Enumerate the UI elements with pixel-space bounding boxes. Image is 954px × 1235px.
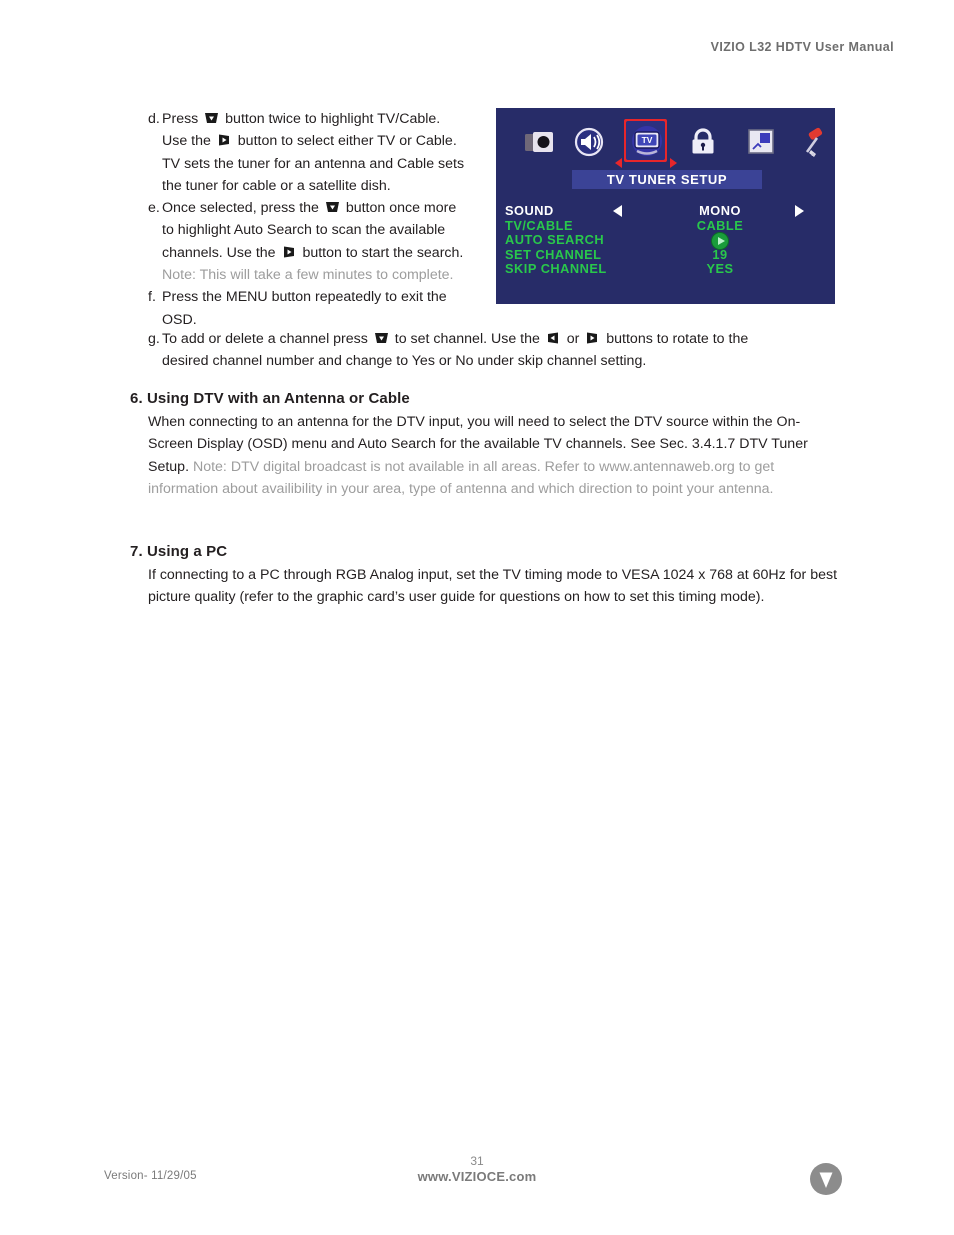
text-run: channels. Use the [162, 244, 280, 261]
osd-row-value: 19 [712, 246, 728, 262]
tools-hammer-icon[interactable] [793, 122, 833, 162]
text-run: to set channel. Use the [390, 331, 544, 347]
step-label: g. [148, 331, 160, 347]
step-line: e. Once selected, press the button once m… [148, 197, 498, 219]
step-line: to highlight Auto Search to scan the ava… [148, 219, 498, 241]
text-run: the tuner for cable or a satellite dish. [162, 177, 391, 194]
osd-menu-row[interactable]: SOUND MONO [496, 203, 835, 219]
page-title: VIZIO L32 HDTV User Manual [710, 40, 894, 54]
step-label: f. [148, 289, 156, 306]
osd-menu-rows: SOUND MONO TV/CABLE CABLE AUTO SEARCH SET CHA… [496, 203, 835, 277]
osd-menu-row[interactable]: SET CHANNEL 19 [496, 246, 835, 263]
steps-list-left: d. Press button twice to highlight TV/Cab… [148, 108, 498, 331]
audio-speaker-icon[interactable] [569, 122, 609, 162]
step-line: Note: This will take a few minutes to co… [148, 264, 498, 286]
section-using-dtv: 6. Using DTV with an Antenna or Cable Wh… [130, 390, 840, 500]
osd-selection-right-arrow-icon [670, 158, 677, 168]
step-line: channels. Use the button to start the se… [148, 242, 498, 264]
text-run: button twice to highlight TV/Cable. [221, 111, 441, 127]
step-line: desired channel number and change to Yes… [148, 350, 828, 372]
step-line: f. Press the MENU button repeatedly to ex… [148, 286, 498, 308]
paragraph-run: When connecting to an antenna for the DT… [148, 414, 753, 430]
text-run: TV sets the tuner for an antenna and Cab… [162, 155, 465, 172]
right-arrow-button-icon [217, 134, 232, 146]
osd-title-bar: TV TUNER SETUP [572, 170, 762, 189]
step-line: the tuner for cable or a satellite dish. [148, 175, 498, 197]
down-arrow-button-icon [325, 201, 340, 213]
step-line: TV sets the tuner for an antenna and Cab… [148, 153, 498, 175]
osd-right-triangle-icon[interactable] [795, 205, 804, 217]
vizio-v-logo-icon [810, 1163, 842, 1195]
paragraph-run: If connecting to a PC through RGB Analog… [148, 567, 838, 606]
osd-icon-bar: TV [496, 119, 835, 168]
section-using-a-pc: 7. Using a PC If connecting to a PC thro… [130, 543, 840, 609]
osd-row-label: SET CHANNEL [505, 246, 602, 262]
step-label: e. [148, 200, 160, 217]
text-run: buttons to rotate to the [602, 331, 749, 347]
osd-menu-row[interactable]: AUTO SEARCH [496, 232, 835, 250]
text-run: Press [162, 111, 203, 127]
osd-screenshot: TV TV TUNER SETUP SOUND MONO TV/CABLE CA… [496, 108, 835, 304]
osd-menu-row[interactable]: SKIP CHANNEL YES [496, 261, 835, 277]
step-line: g. To add or delete a channel press to se… [148, 328, 828, 350]
section-7-body: If connecting to a PC through RGB Analog… [130, 564, 840, 609]
text-run: OSD. [162, 311, 197, 328]
osd-row-label: SKIP CHANNEL [505, 261, 607, 276]
pip-setup-icon[interactable] [741, 122, 781, 162]
text-run: Once selected, press the [162, 200, 323, 217]
text-run: to highlight Auto Search to scan the ava… [162, 222, 446, 239]
osd-row-value: MONO [699, 203, 741, 218]
paragraph-run: Note: DTV digital broadcast is not avail… [148, 458, 775, 497]
text-run: button to start the search. [298, 244, 464, 261]
osd-row-value: YES [706, 261, 734, 276]
step-line: Use the button to select either TV or Ca… [148, 130, 498, 152]
picture-icon[interactable] [520, 122, 560, 162]
osd-selection-left-arrow-icon [615, 158, 622, 168]
text-run: button to select either TV or Cable. [233, 133, 457, 150]
right-arrow-button-icon [282, 246, 297, 258]
tv-tuner-icon[interactable]: TV [627, 122, 667, 162]
osd-menu-row[interactable]: TV/CABLE CABLE [496, 217, 835, 234]
left-arrow-button-icon [546, 332, 561, 344]
section-6-body: When connecting to an antenna for the DT… [130, 411, 840, 500]
step-label: d. [148, 111, 160, 127]
text-run: Use the [162, 133, 215, 150]
osd-left-triangle-icon[interactable] [613, 205, 622, 217]
osd-row-label: SOUND [505, 203, 554, 218]
osd-row-value: CABLE [696, 217, 744, 233]
section-7-title: 7. Using a PC [130, 543, 228, 560]
text-run: To add or delete a channel press [162, 331, 372, 347]
osd-row-label: TV/CABLE [505, 217, 573, 233]
section-6-title: 6. Using DTV with an Antenna or Cable [130, 390, 410, 407]
text-run: Note: This will take a few minutes to co… [162, 267, 454, 284]
down-arrow-button-icon [374, 332, 389, 344]
text-run: button once more [341, 200, 457, 217]
parental-lock-icon[interactable] [683, 122, 723, 162]
step-line: d. Press button twice to highlight TV/Cab… [148, 108, 498, 130]
steps-list-wide: g. To add or delete a channel press to se… [148, 328, 828, 373]
right-arrow-button-icon [585, 332, 600, 344]
text-run: or [562, 331, 584, 347]
down-arrow-button-icon [204, 112, 219, 124]
osd-row-label: AUTO SEARCH [505, 232, 605, 247]
svg-text:TV: TV [642, 135, 653, 145]
text-run: Press the MENU button repeatedly to exit… [162, 289, 447, 306]
text-run: desired channel number and change to Yes… [162, 353, 647, 370]
